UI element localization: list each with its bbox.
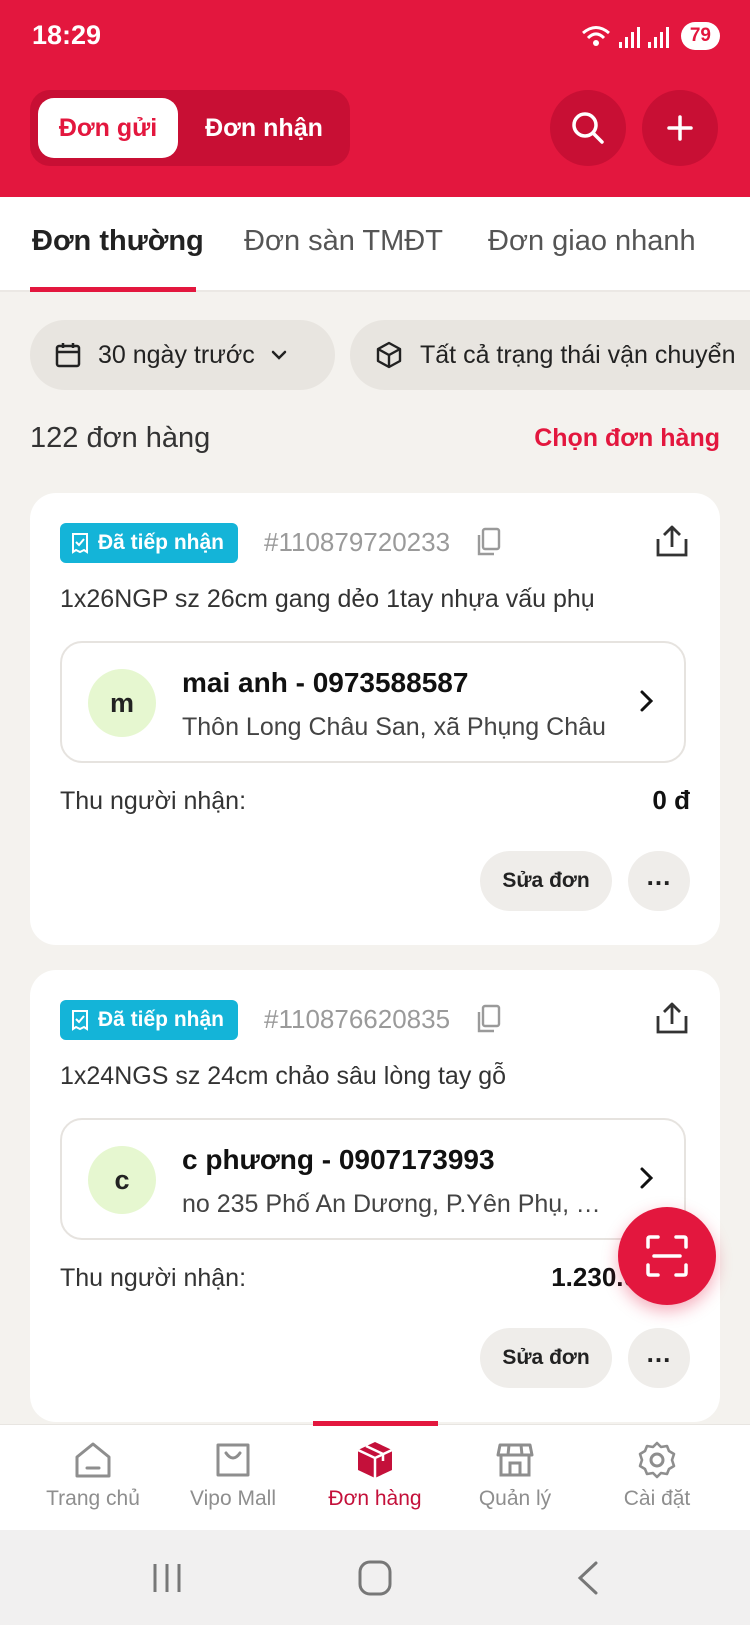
more-options-button[interactable]: ... xyxy=(628,851,690,911)
wifi-icon xyxy=(581,26,610,46)
gear-icon xyxy=(638,1441,676,1479)
receipt-check-icon xyxy=(72,533,88,554)
status-icons: 79 xyxy=(581,22,720,50)
package-icon xyxy=(357,1442,393,1478)
status-time: 18:29 xyxy=(32,20,102,50)
store-icon xyxy=(496,1443,534,1477)
date-filter[interactable]: 30 ngày trước xyxy=(30,320,335,390)
order-card[interactable]: Đã tiếp nhận #110879720233 1x26NGP sz 26… xyxy=(30,493,720,945)
calendar-icon xyxy=(55,343,81,368)
receipt-check-icon xyxy=(72,1010,88,1031)
bottom-navigation: Trang chủ Vipo Mall Đơn hàng Quản lý Cài… xyxy=(0,1424,750,1530)
nav-home[interactable]: Trang chủ xyxy=(18,1425,168,1531)
system-navigation-bar xyxy=(0,1530,750,1625)
active-nav-indicator xyxy=(313,1421,438,1426)
add-order-button[interactable] xyxy=(642,90,718,166)
copy-icon[interactable] xyxy=(474,1004,502,1034)
collect-label: Thu người nhận: xyxy=(60,787,247,815)
more-options-button[interactable]: ... xyxy=(628,1328,690,1388)
receiver-box[interactable]: c c phương - 0907173993 no 235 Phố An Dư… xyxy=(60,1118,686,1240)
home-icon xyxy=(75,1442,111,1478)
nav-settings[interactable]: Cài đặt xyxy=(582,1425,732,1531)
collect-label: Thu người nhận: xyxy=(60,1264,247,1292)
copy-icon[interactable] xyxy=(474,527,502,557)
search-button[interactable] xyxy=(550,90,626,166)
receiver-name-phone: mai anh - 0973588587 xyxy=(182,667,469,698)
search-icon xyxy=(572,112,604,144)
tab-express-orders[interactable]: Đơn giao nhanh xyxy=(488,225,696,258)
home-button-icon[interactable] xyxy=(358,1560,392,1596)
order-description: 1x26NGP sz 26cm gang dẻo 1tay nhựa vấu p… xyxy=(60,585,595,613)
nav-manage[interactable]: Quản lý xyxy=(440,1425,590,1531)
nav-orders[interactable]: Đơn hàng xyxy=(300,1425,450,1531)
received-orders-tab[interactable]: Đơn nhận xyxy=(186,98,342,158)
edit-order-button[interactable]: Sửa đơn xyxy=(480,851,612,911)
date-filter-label: 30 ngày trước xyxy=(98,340,255,369)
status-badge: Đã tiếp nhận xyxy=(60,523,239,563)
receiver-address: Thôn Long Châu San, xã Phụng Châu xyxy=(182,713,606,741)
chevron-right-icon xyxy=(640,1167,654,1189)
chevron-right-icon xyxy=(640,690,654,712)
nav-vipo-mall[interactable]: Vipo Mall xyxy=(158,1425,308,1531)
shipping-status-label: Tất cả trạng thái vận chuyển xyxy=(420,340,736,369)
send-receive-toggle: Đơn gửi Đơn nhận xyxy=(30,90,350,166)
plus-icon xyxy=(667,115,693,141)
order-type-tabs: Đơn thường Đơn sàn TMĐT Đơn giao nhanh xyxy=(0,197,750,292)
shipping-status-filter[interactable]: Tất cả trạng thái vận chuyển xyxy=(350,320,750,390)
avatar: m xyxy=(88,669,156,737)
recent-apps-icon[interactable] xyxy=(150,1562,184,1594)
receiver-box[interactable]: m mai anh - 0973588587 Thôn Long Châu Sa… xyxy=(60,641,686,763)
receiver-name-phone: c phương - 0907173993 xyxy=(182,1144,495,1175)
collect-amount: 0 đ xyxy=(652,785,690,815)
scan-icon xyxy=(646,1235,688,1277)
order-card[interactable]: Đã tiếp nhận #110876620835 1x24NGS sz 24… xyxy=(30,970,720,1422)
app-header: 18:29 79 Đơn gửi Đơn nhận xyxy=(0,0,750,197)
signal-icon-2 xyxy=(647,24,669,48)
avatar: c xyxy=(88,1146,156,1214)
status-badge: Đã tiếp nhận xyxy=(60,1000,239,1040)
select-orders-link[interactable]: Chọn đơn hàng xyxy=(534,424,720,453)
edit-order-button[interactable]: Sửa đơn xyxy=(480,1328,612,1388)
status-bar: 18:29 79 xyxy=(0,0,750,72)
tab-marketplace-orders[interactable]: Đơn sàn TMĐT xyxy=(244,225,443,258)
active-tab-indicator xyxy=(30,287,196,292)
box-icon xyxy=(376,341,402,369)
order-description: 1x24NGS sz 24cm chảo sâu lòng tay gỗ xyxy=(60,1062,507,1090)
sent-orders-tab[interactable]: Đơn gửi xyxy=(38,98,178,158)
order-id: #110876620835 xyxy=(264,1004,451,1034)
order-count: 122 đơn hàng xyxy=(30,422,211,454)
order-id: #110879720233 xyxy=(264,527,451,557)
shopping-bag-icon xyxy=(216,1443,250,1477)
tab-regular-orders[interactable]: Đơn thường xyxy=(32,225,204,258)
receiver-address: no 235 Phố An Dương, P.Yên Phụ, Tây Hồ xyxy=(182,1190,614,1218)
scan-button[interactable] xyxy=(618,1207,716,1305)
share-icon[interactable] xyxy=(654,523,690,559)
chevron-down-icon xyxy=(271,350,287,360)
battery-indicator: 79 xyxy=(680,22,720,50)
share-icon[interactable] xyxy=(654,1000,690,1036)
signal-icon xyxy=(618,24,640,48)
back-icon[interactable] xyxy=(574,1560,600,1596)
